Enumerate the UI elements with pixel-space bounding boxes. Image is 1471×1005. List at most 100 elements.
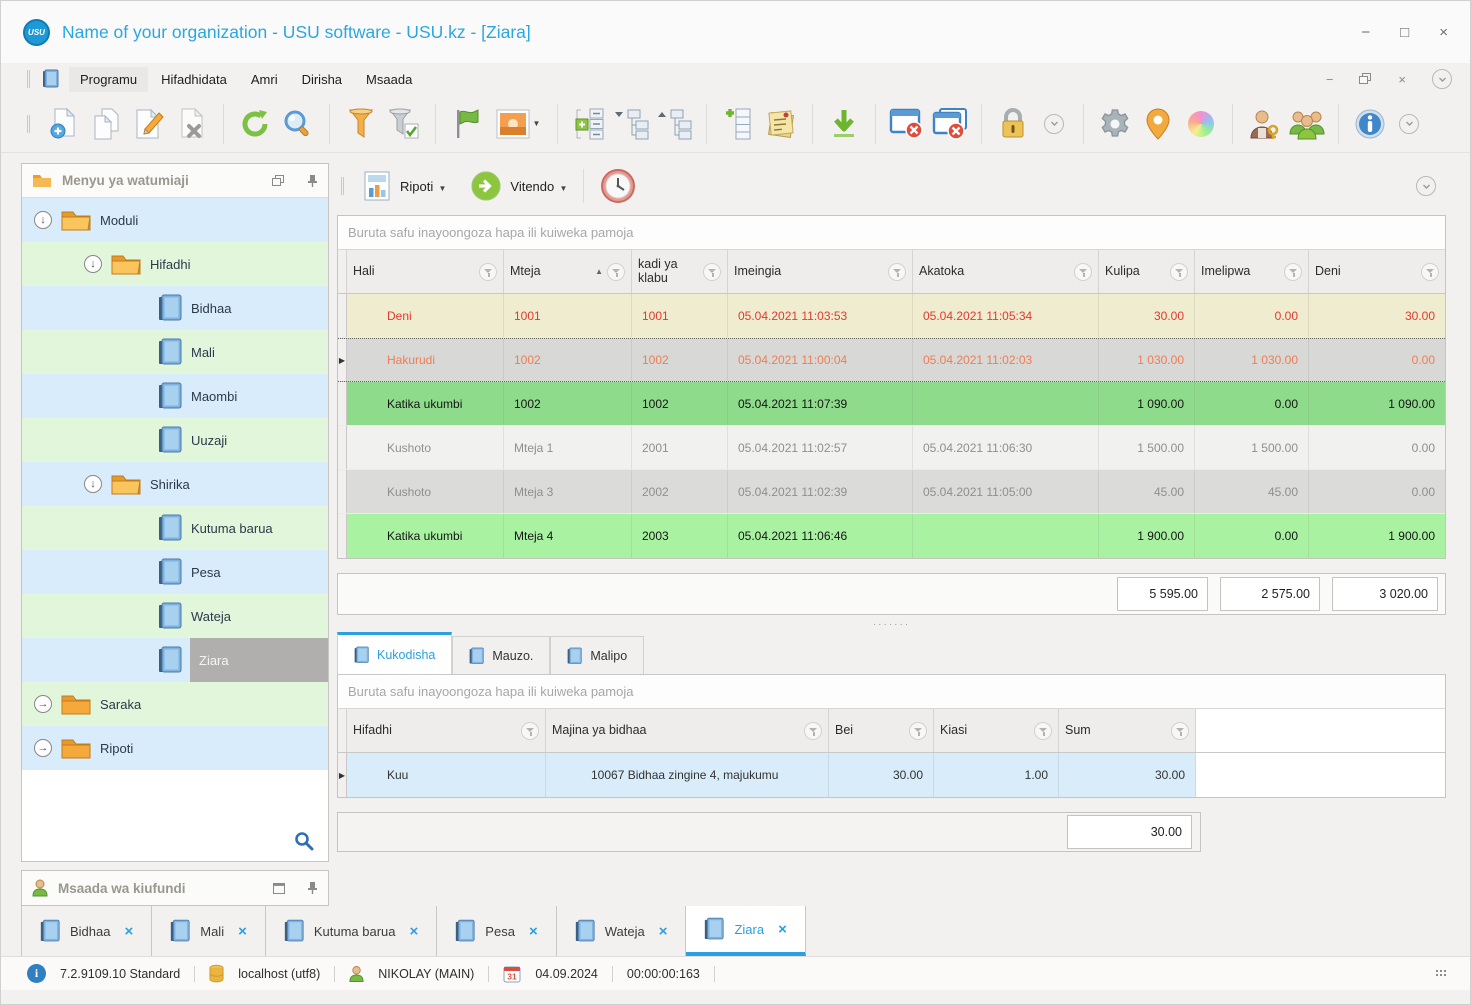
tab-mauzo[interactable]: Mauzo. (452, 636, 551, 674)
filter-icon[interactable] (1421, 262, 1439, 281)
close-all-windows-button[interactable] (930, 103, 970, 145)
mdi-restore-button[interactable] (1359, 73, 1372, 85)
close-tab-icon[interactable]: × (778, 921, 787, 938)
horizontal-splitter[interactable]: ······· (337, 615, 1446, 633)
window-tab-ziara-active[interactable]: Ziara × (686, 906, 806, 956)
actionbar-overflow-chevron-icon[interactable] (1416, 176, 1436, 196)
filter-icon[interactable] (1074, 262, 1092, 281)
collapse-node-icon[interactable]: ↓ (34, 211, 52, 229)
tab-kukodisha[interactable]: Kukodisha (337, 632, 453, 674)
panel-pin-icon[interactable] (307, 881, 318, 895)
tree-item-moduli[interactable]: ↓ Moduli (22, 198, 328, 242)
close-tab-icon[interactable]: × (659, 923, 668, 940)
groupby-dropzone[interactable]: Buruta safu inayoongoza hapa ili kuiweka… (338, 216, 1445, 250)
expand-node-icon[interactable]: → (34, 695, 52, 713)
notes-button[interactable] (761, 103, 801, 145)
flag-button[interactable] (447, 103, 487, 145)
panel-maximize-icon[interactable] (273, 882, 285, 894)
tree-item-pesa[interactable]: Pesa (22, 550, 328, 594)
filter-icon[interactable] (1170, 262, 1188, 281)
lock-button[interactable] (993, 103, 1033, 145)
users-button[interactable] (1287, 103, 1327, 145)
close-tab-icon[interactable]: × (124, 923, 133, 940)
menu-dirisha[interactable]: Dirisha (291, 67, 353, 92)
window-tab-mali[interactable]: Mali × (152, 906, 266, 956)
expand-rows-button[interactable] (569, 103, 609, 145)
tree-item-bidhaa[interactable]: Bidhaa (22, 286, 328, 330)
tree-item-wateja[interactable]: Wateja (22, 594, 328, 638)
panel-float-icon[interactable] (272, 174, 285, 187)
toolbar-overflow-chevron-icon[interactable] (1044, 113, 1064, 134)
tree-item-mali[interactable]: Mali (22, 330, 328, 374)
column-header-bei[interactable]: Bei (829, 709, 934, 752)
tree-item-uuzaji[interactable]: Uuzaji (22, 418, 328, 462)
tree-search-icon[interactable] (294, 831, 314, 851)
column-header-imeingia[interactable]: Imeingia (728, 250, 913, 293)
close-tab-icon[interactable]: × (238, 923, 247, 940)
collapse-node-icon[interactable]: ↓ (84, 255, 102, 273)
menu-hifadhidata[interactable]: Hifadhidata (150, 67, 238, 92)
menu-msaada[interactable]: Msaada (355, 67, 423, 92)
filter-button[interactable] (341, 103, 381, 145)
filter-icon[interactable] (909, 721, 927, 740)
grid-row-kushoto-2[interactable]: Kushoto Mteja 3 2002 05.04.2021 11:02:39… (338, 470, 1445, 514)
tree-item-shirika[interactable]: ↓ Shirika (22, 462, 328, 506)
action-toolbar-grip[interactable] (341, 177, 344, 195)
column-header-akatoka[interactable]: Akatoka (913, 250, 1099, 293)
filter-icon[interactable] (703, 262, 721, 281)
export-down-button[interactable] (824, 103, 864, 145)
filter-icon[interactable] (804, 721, 822, 740)
clock-icon[interactable] (600, 168, 636, 204)
grid-row-hakurudi-selected[interactable]: ▶ Hakurudi 1002 1002 05.04.2021 11:00:04… (338, 338, 1445, 382)
filter-icon[interactable] (479, 262, 497, 281)
close-window-button[interactable] (887, 103, 927, 145)
image-button[interactable]: ▼ (490, 103, 546, 145)
grid-row-katika-ukumbi-1[interactable]: Katika ukumbi 1002 1002 05.04.2021 11:07… (338, 382, 1445, 426)
window-tab-bidhaa[interactable]: Bidhaa × (21, 906, 153, 956)
filter-icon[interactable] (1284, 262, 1302, 281)
column-header-mteja[interactable]: Mteja ▲ (504, 250, 632, 293)
column-header-hifadhi[interactable]: Hifadhi (347, 709, 546, 752)
grid-row-kushoto-1[interactable]: Kushoto Mteja 1 2001 05.04.2021 11:02:57… (338, 426, 1445, 470)
info-button[interactable] (1350, 103, 1390, 145)
user-permissions-button[interactable] (1244, 103, 1284, 145)
new-record-button[interactable] (43, 103, 83, 145)
menu-amri[interactable]: Amri (240, 67, 289, 92)
panel-pin-icon[interactable] (307, 174, 318, 188)
tree-collapse-button[interactable] (655, 103, 695, 145)
mdi-minimize-button[interactable]: − (1326, 72, 1334, 87)
expand-node-icon[interactable]: → (34, 739, 52, 757)
window-close-button[interactable]: × (1439, 24, 1448, 41)
delete-record-button[interactable] (172, 103, 212, 145)
column-header-imelipwa[interactable]: Imelipwa (1195, 250, 1309, 293)
tree-item-ziara-selected[interactable]: Ziara (22, 638, 328, 682)
detail-row-kuu[interactable]: ▶ Kuu 10067 Bidhaa zingine 4, majukumu 3… (338, 753, 1445, 797)
filter-icon[interactable] (607, 262, 625, 281)
search-button[interactable] (278, 103, 318, 145)
refresh-button[interactable] (235, 103, 275, 145)
column-header-kiasi[interactable]: Kiasi (934, 709, 1059, 752)
menubar-overflow-chevron-icon[interactable] (1432, 69, 1452, 89)
window-tab-wateja[interactable]: Wateja × (556, 906, 687, 956)
edit-record-button[interactable] (129, 103, 169, 145)
detail-groupby-dropzone[interactable]: Buruta safu inayoongoza hapa ili kuiweka… (338, 675, 1445, 709)
collapse-node-icon[interactable]: ↓ (84, 475, 102, 493)
column-header-kadi-ya-klabu[interactable]: kadi ya klabu (632, 250, 728, 293)
window-maximize-button[interactable]: □ (1400, 24, 1409, 41)
vitendo-dropdown[interactable]: Vitendo ▼ (510, 179, 567, 194)
toolbar-overflow-chevron-icon-2[interactable] (1399, 113, 1419, 134)
grid-row-deni[interactable]: Deni 1001 1001 05.04.2021 11:03:53 05.04… (338, 294, 1445, 338)
filter-check-button[interactable] (384, 103, 424, 145)
add-row-button[interactable] (718, 103, 758, 145)
tree-item-maombi[interactable]: Maombi (22, 374, 328, 418)
copy-record-button[interactable] (86, 103, 126, 145)
window-minimize-button[interactable]: − (1361, 24, 1370, 41)
settings-button[interactable] (1095, 103, 1135, 145)
column-header-kulipa[interactable]: Kulipa (1099, 250, 1195, 293)
location-button[interactable] (1138, 103, 1178, 145)
window-tab-kutuma-barua[interactable]: Kutuma barua × (265, 906, 438, 956)
resize-grip[interactable] (1436, 969, 1448, 978)
column-header-majina[interactable]: Majina ya bidhaa (546, 709, 829, 752)
tree-item-saraka[interactable]: → Saraka (22, 682, 328, 726)
filter-icon[interactable] (1171, 721, 1189, 740)
